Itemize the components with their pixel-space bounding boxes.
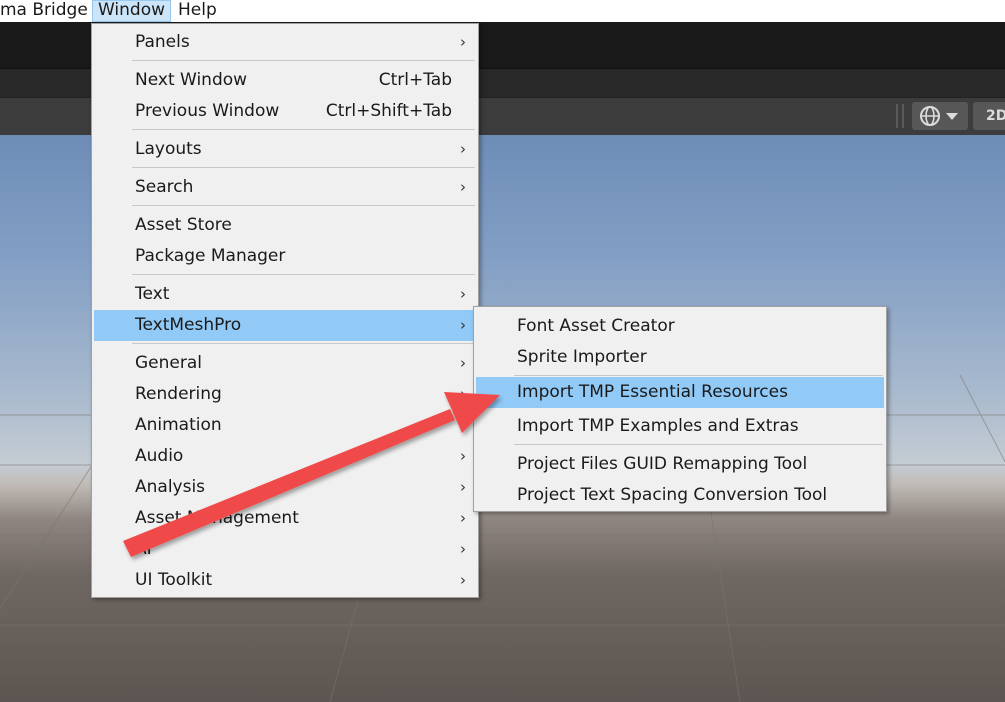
annotation-arrow (123, 392, 500, 557)
